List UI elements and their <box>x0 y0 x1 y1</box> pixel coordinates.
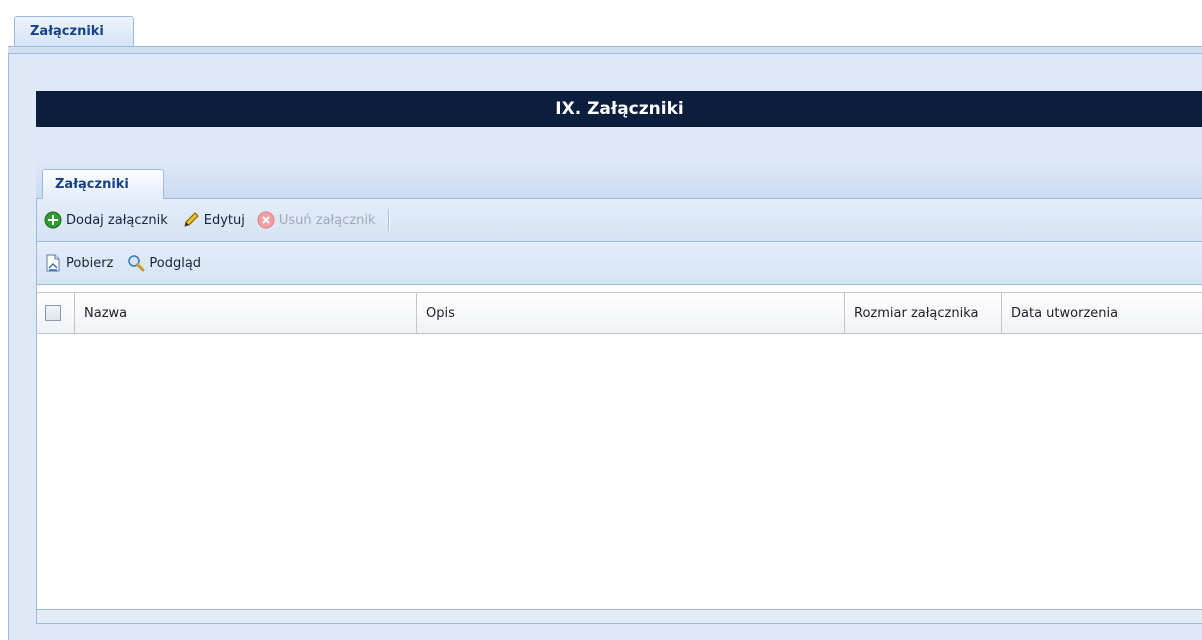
add-attachment-button[interactable]: Dodaj załącznik <box>42 207 174 233</box>
pencil-icon <box>182 211 200 229</box>
outer-tab-label: Załączniki <box>30 24 104 39</box>
tab-zalaczniki-outer[interactable]: Załączniki <box>14 16 134 46</box>
preview-button[interactable]: Podgląd <box>125 250 207 276</box>
plus-circle-icon <box>44 211 62 229</box>
download-label: Pobierz <box>66 255 114 271</box>
outer-panel: IX. Załączniki Załączniki Dodaj załączni… <box>8 54 1202 640</box>
add-attachment-label: Dodaj załącznik <box>66 212 168 228</box>
attachments-panel: Dodaj załącznik Edytuj Usuń załącznik Po… <box>36 199 1202 624</box>
inner-tab-strip: Załączniki <box>36 161 1202 199</box>
magnifier-icon <box>127 254 145 272</box>
attachments-grid: Nazwa Opis Rozmiar załącznika Data utwor… <box>37 285 1202 623</box>
inner-tab-label: Załączniki <box>55 177 129 192</box>
delete-attachment-button[interactable]: Usuń załącznik <box>255 207 382 233</box>
grid-footer-bar <box>37 609 1202 623</box>
select-all-checkbox[interactable] <box>45 305 61 321</box>
toolbar-separator <box>387 209 389 231</box>
edit-button[interactable]: Edytuj <box>180 207 251 233</box>
edit-label: Edytuj <box>203 212 245 228</box>
preview-label: Podgląd <box>149 255 202 271</box>
toolbar-actions: Dodaj załącznik Edytuj Usuń załącznik <box>37 199 1202 242</box>
download-button[interactable]: Pobierz <box>42 250 119 276</box>
delete-circle-icon <box>257 211 275 229</box>
column-header-nazwa[interactable]: Nazwa <box>75 293 417 333</box>
toolbar-file: Pobierz Podgląd <box>37 242 1202 285</box>
outer-tab-strip-line <box>8 46 1202 54</box>
outer-tab-strip: Załączniki <box>0 0 1202 56</box>
header-select-all-cell <box>37 293 75 333</box>
column-header-opis[interactable]: Opis <box>417 293 845 333</box>
column-header-data-utworzenia[interactable]: Data utworzenia <box>1002 293 1202 333</box>
delete-attachment-label: Usuń załącznik <box>278 212 376 228</box>
grid-header: Nazwa Opis Rozmiar załącznika Data utwor… <box>37 292 1202 334</box>
download-document-icon <box>44 254 62 272</box>
column-header-rozmiar[interactable]: Rozmiar załącznika <box>845 293 1002 333</box>
section-title: IX. Załączniki <box>36 91 1202 127</box>
tab-zalaczniki-inner[interactable]: Załączniki <box>42 169 164 199</box>
grid-body <box>37 334 1202 609</box>
